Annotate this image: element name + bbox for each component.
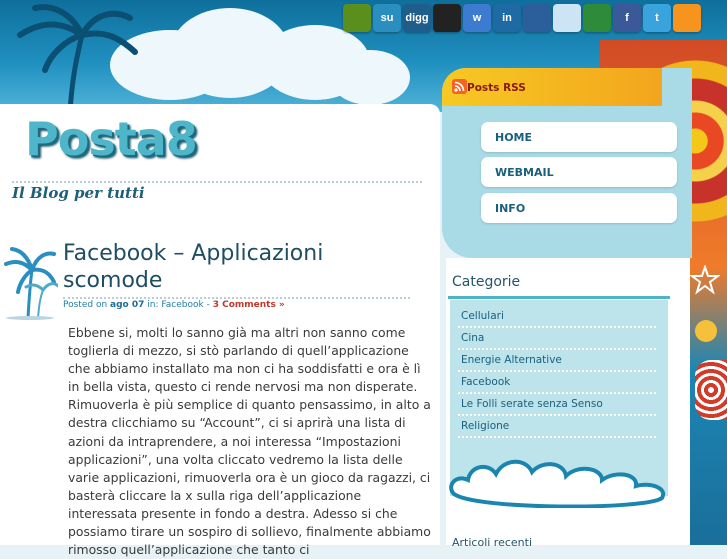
rss-icon[interactable]: [452, 79, 467, 94]
recent-posts-heading: Articoli recenti: [452, 536, 533, 549]
post-date: ago 07: [110, 300, 145, 310]
twitter-icon[interactable]: t: [643, 4, 671, 32]
rss-link[interactable]: Posts RSS: [467, 82, 526, 94]
divider: [458, 436, 656, 438]
nav-webmail-label: WEBMAIL: [495, 166, 554, 179]
nav-info-button[interactable]: INFO: [481, 193, 677, 223]
myspace-icon[interactable]: [523, 4, 551, 32]
post-category-link[interactable]: Facebook: [161, 300, 203, 310]
divider: [458, 326, 656, 328]
facebook-icon[interactable]: f: [613, 4, 641, 32]
nav-info-label: INFO: [495, 202, 526, 215]
stumbleupon-icon[interactable]: su: [373, 4, 401, 32]
rss-feed-icon[interactable]: [673, 4, 701, 32]
nav-home-button[interactable]: HOME: [481, 122, 677, 152]
divider: [12, 181, 422, 183]
categories-heading: Categorie: [452, 274, 521, 290]
linkedin-icon[interactable]: in: [493, 4, 521, 32]
site-tagline: Il Blog per tutti: [12, 184, 145, 202]
flower-decoration: [695, 320, 717, 342]
categories-underline: [448, 296, 670, 299]
divider: [458, 348, 656, 350]
posted-on-label: Posted on: [63, 300, 108, 310]
evernote-icon[interactable]: [343, 4, 371, 32]
circle-decoration: [695, 360, 727, 420]
site-logo[interactable]: Posta8: [25, 112, 198, 166]
palm-tree-icon: [4, 247, 58, 320]
meta-separator: -: [206, 300, 210, 310]
cloud-decoration: [449, 459, 666, 508]
palm-silhouette-icon: [17, 4, 138, 112]
post-comments-link[interactable]: 3 Comments »: [213, 300, 285, 310]
delicious-icon[interactable]: [433, 4, 461, 32]
category-link[interactable]: Cina: [461, 332, 484, 344]
friendfeed-icon[interactable]: [583, 4, 611, 32]
post-body: Ebbene si, molti lo sanno già ma altri n…: [68, 325, 431, 558]
divider: [458, 392, 656, 394]
social-bookmarks-bar: su digg w in f t: [343, 4, 701, 34]
reddit-icon[interactable]: [553, 4, 581, 32]
digg-icon[interactable]: digg: [403, 4, 431, 32]
category-link[interactable]: Le Folli serate senza Senso: [461, 398, 603, 410]
star-icon: [690, 265, 720, 295]
windows-live-icon[interactable]: w: [463, 4, 491, 32]
nav-webmail-button[interactable]: WEBMAIL: [481, 157, 677, 187]
nav-home-label: HOME: [495, 131, 533, 144]
post-title[interactable]: Facebook – Applicazioni scomode: [63, 240, 403, 294]
post-meta: Posted on ago 07 in: Facebook - 3 Commen…: [63, 300, 285, 310]
category-link[interactable]: Religione: [461, 420, 509, 432]
in-label: in:: [147, 300, 159, 310]
category-link[interactable]: Facebook: [461, 376, 510, 388]
divider: [458, 414, 656, 416]
category-link[interactable]: Cellulari: [461, 310, 504, 322]
divider: [63, 297, 410, 299]
category-link[interactable]: Energie Alternative: [461, 354, 562, 366]
divider: [458, 370, 656, 372]
